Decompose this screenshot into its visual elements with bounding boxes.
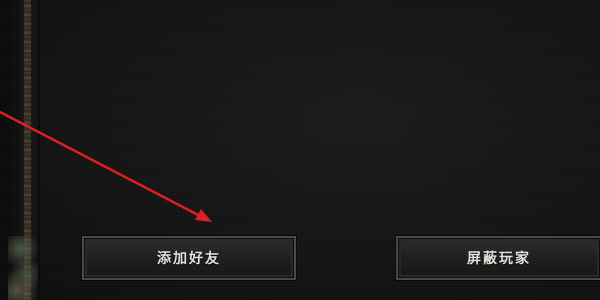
game-dialog-panel: 添加好友 屏蔽玩家 <box>0 0 600 300</box>
add-friend-button[interactable]: 添加好友 <box>82 236 296 280</box>
corner-ornament <box>8 236 38 300</box>
block-player-button[interactable]: 屏蔽玩家 <box>396 236 600 280</box>
block-player-label: 屏蔽玩家 <box>467 251 531 267</box>
add-friend-label: 添加好友 <box>157 251 221 267</box>
panel-divider <box>38 0 40 300</box>
